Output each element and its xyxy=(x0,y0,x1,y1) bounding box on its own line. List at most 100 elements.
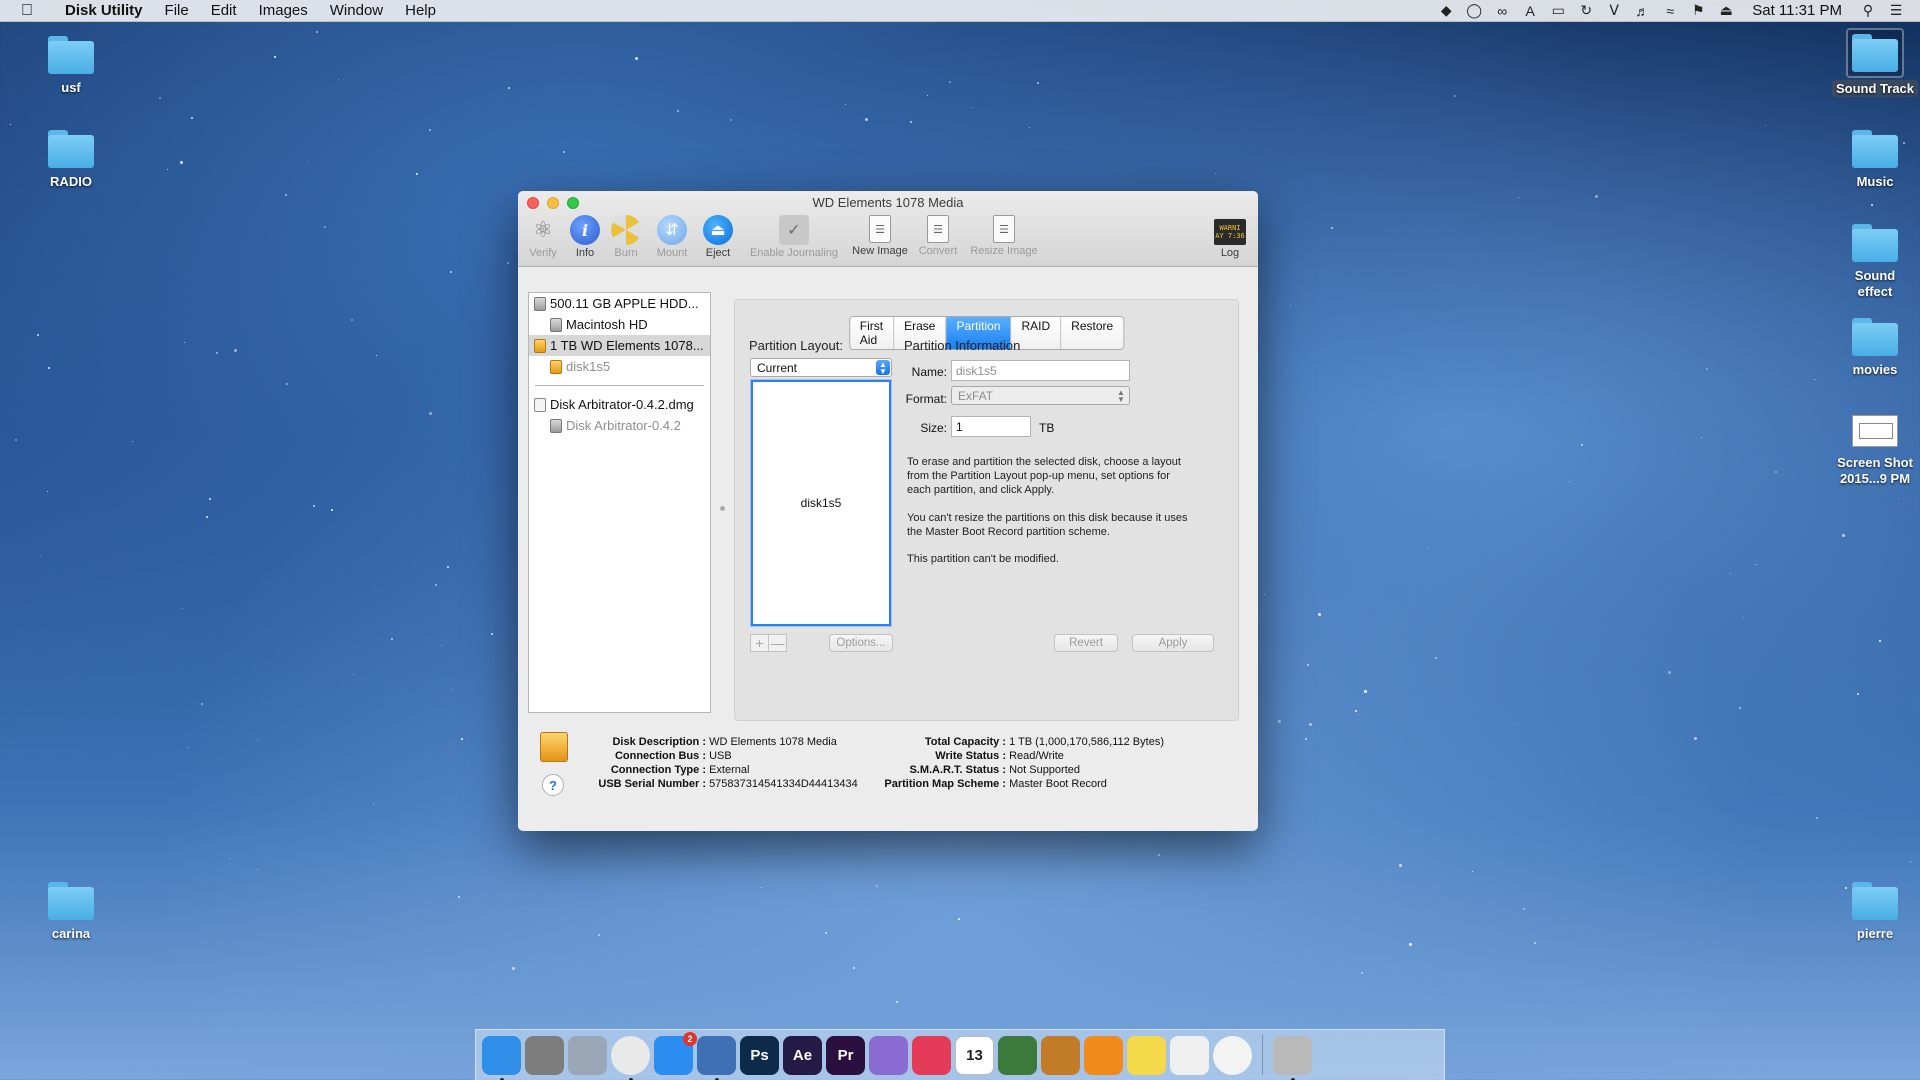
disk-image-volume-item[interactable]: Disk Arbitrator-0.4.2 xyxy=(529,415,710,436)
apply-button[interactable]: Apply xyxy=(1132,634,1214,652)
disk-utility-dock-icon[interactable] xyxy=(1273,1035,1312,1080)
disk-utility-icon[interactable] xyxy=(697,1035,736,1080)
photos-icon[interactable] xyxy=(1213,1035,1252,1075)
star xyxy=(1668,671,1672,675)
split-view-handle[interactable] xyxy=(720,506,725,511)
eject-menu-icon[interactable]: ⏏ xyxy=(1712,2,1740,19)
disk-image-item[interactable]: Disk Arbitrator-0.4.2.dmg xyxy=(529,394,710,415)
star xyxy=(353,674,355,676)
log-button[interactable]: WARNI AY 7:36 Log xyxy=(1210,215,1250,259)
desktop-folder-movies[interactable]: movies xyxy=(1820,318,1920,377)
burn-button[interactable]: Burn xyxy=(608,215,644,259)
disk-item-apple-hdd[interactable]: 500.11 GB APPLE HDD... xyxy=(529,293,710,314)
desktop-folder-sound-effect[interactable]: Sound effect xyxy=(1820,224,1920,300)
apple-menu-icon[interactable]:  xyxy=(0,2,54,20)
help-button[interactable]: ? xyxy=(542,774,564,796)
convert-icon: ☰ xyxy=(927,215,949,243)
write-status-row: Write Status : Read/Write xyxy=(868,750,1064,762)
system-preferences-icon[interactable] xyxy=(525,1035,564,1075)
chrome-icon[interactable] xyxy=(611,1035,650,1080)
photo-app-icon[interactable] xyxy=(998,1035,1037,1075)
add-partition-button[interactable]: + xyxy=(750,634,769,652)
desktop-folder-sound-track[interactable]: Sound Track xyxy=(1820,28,1920,97)
calendar-icon[interactable]: 13 xyxy=(955,1035,994,1075)
status-app-icon[interactable]: ◆ xyxy=(1432,2,1460,19)
volume-icon[interactable]: ♬ xyxy=(1628,3,1656,19)
verify-button[interactable]: ⚛ Verify xyxy=(524,215,562,259)
resize-image-button[interactable]: ☰ Resize Image xyxy=(964,215,1044,257)
remove-partition-button[interactable]: — xyxy=(768,634,787,652)
star xyxy=(1522,908,1525,911)
partition-layout-popup[interactable]: Current ▲ ▼ xyxy=(750,358,892,377)
desktop-file-screenshot[interactable]: Screen Shot 2015...9 PM xyxy=(1820,412,1920,487)
desktop-folder-pierre[interactable]: pierre xyxy=(1820,882,1920,941)
app-store-icon[interactable]: 2 xyxy=(654,1031,697,1075)
format-popup[interactable]: ExFAT ▲ ▼ xyxy=(951,386,1130,405)
partition-size-field[interactable]: 1 xyxy=(951,416,1031,437)
menu-app-name[interactable]: Disk Utility xyxy=(54,2,154,19)
bluetooth-icon[interactable]: ᐯ xyxy=(1600,2,1628,19)
star xyxy=(458,896,461,899)
disk-item-label: 500.11 GB APPLE HDD... xyxy=(550,296,699,311)
tab-restore[interactable]: Restore xyxy=(1061,317,1124,349)
star xyxy=(1278,720,1282,724)
stickies-icon[interactable] xyxy=(1127,1035,1166,1075)
star xyxy=(1756,564,1758,566)
imac-icon[interactable] xyxy=(869,1035,908,1075)
star xyxy=(598,934,601,937)
options-button[interactable]: Options... xyxy=(829,634,893,652)
external-drive-large-icon xyxy=(540,732,568,762)
menu-file[interactable]: File xyxy=(154,2,200,19)
connection-type-row: Connection Type : External xyxy=(584,764,750,776)
partition-name-field[interactable]: disk1s5 xyxy=(951,360,1130,381)
textedit-icon[interactable] xyxy=(1170,1035,1209,1075)
star xyxy=(1426,546,1428,548)
volume-item-macintosh-hd[interactable]: Macintosh HD xyxy=(529,314,710,335)
star xyxy=(1307,663,1310,666)
flag-icon[interactable]: ⚑ xyxy=(1684,2,1712,19)
menu-edit[interactable]: Edit xyxy=(200,2,248,19)
notification-center-icon[interactable]: ☰ xyxy=(1882,2,1910,19)
menu-images[interactable]: Images xyxy=(248,2,319,19)
volume-item-disk1s5[interactable]: disk1s5 xyxy=(529,356,710,377)
convert-button[interactable]: ☰ Convert xyxy=(914,215,962,257)
disk-item-wd-elements[interactable]: 1 TB WD Elements 1078... xyxy=(529,335,710,356)
itunes-icon[interactable] xyxy=(912,1035,951,1075)
title-bar[interactable]: WD Elements 1078 Media ⚛ Verify i Info B… xyxy=(518,191,1258,267)
desktop-folder-carina[interactable]: carina xyxy=(16,882,126,941)
tab-first-aid[interactable]: First Aid xyxy=(849,317,895,349)
disk-list[interactable]: 500.11 GB APPLE HDD... Macintosh HD 1 TB… xyxy=(528,292,711,713)
enable-journaling-button[interactable]: ✓ Enable Journaling xyxy=(744,215,844,259)
vlc-icon[interactable] xyxy=(1084,1035,1123,1075)
preview-icon[interactable] xyxy=(568,1035,607,1075)
photoshop-icon[interactable]: Ps xyxy=(740,1035,779,1075)
new-image-button[interactable]: ☰ New Image xyxy=(848,215,912,257)
messages-icon[interactable]: ◯ xyxy=(1460,2,1488,19)
star xyxy=(285,383,288,386)
time-machine-icon[interactable]: ↻ xyxy=(1572,2,1600,19)
premiere-icon[interactable]: Pr xyxy=(826,1035,865,1075)
partition-map[interactable]: disk1s5 xyxy=(751,380,891,626)
volume-icon xyxy=(550,418,562,433)
mount-button[interactable]: ⇵ Mount xyxy=(652,215,692,259)
eject-button[interactable]: ⏏ Eject xyxy=(698,215,738,259)
airplay-icon[interactable]: ▭ xyxy=(1544,2,1572,19)
garageband-icon[interactable] xyxy=(1041,1035,1080,1075)
folder-icon xyxy=(48,882,94,920)
menu-window[interactable]: Window xyxy=(319,2,394,19)
wifi-icon[interactable]: ≈ xyxy=(1656,3,1684,19)
desktop-folder-usf[interactable]: usf xyxy=(16,36,126,95)
spotlight-icon[interactable]: ⚲ xyxy=(1854,2,1882,19)
info-button[interactable]: i Info xyxy=(568,215,602,259)
menu-help[interactable]: Help xyxy=(394,2,447,19)
creative-cloud-icon[interactable]: ∞ xyxy=(1488,3,1516,19)
desktop-folder-music[interactable]: Music xyxy=(1820,130,1920,189)
text-input-icon[interactable]: A xyxy=(1516,3,1544,19)
revert-button[interactable]: Revert xyxy=(1054,634,1118,652)
desktop-folder-radio[interactable]: RADIO xyxy=(16,130,126,189)
star xyxy=(183,341,185,343)
menu-clock[interactable]: Sat 11:31 PM xyxy=(1740,2,1854,19)
star xyxy=(910,120,913,123)
finder-icon[interactable] xyxy=(482,1035,521,1080)
after-effects-icon[interactable]: Ae xyxy=(783,1035,822,1075)
